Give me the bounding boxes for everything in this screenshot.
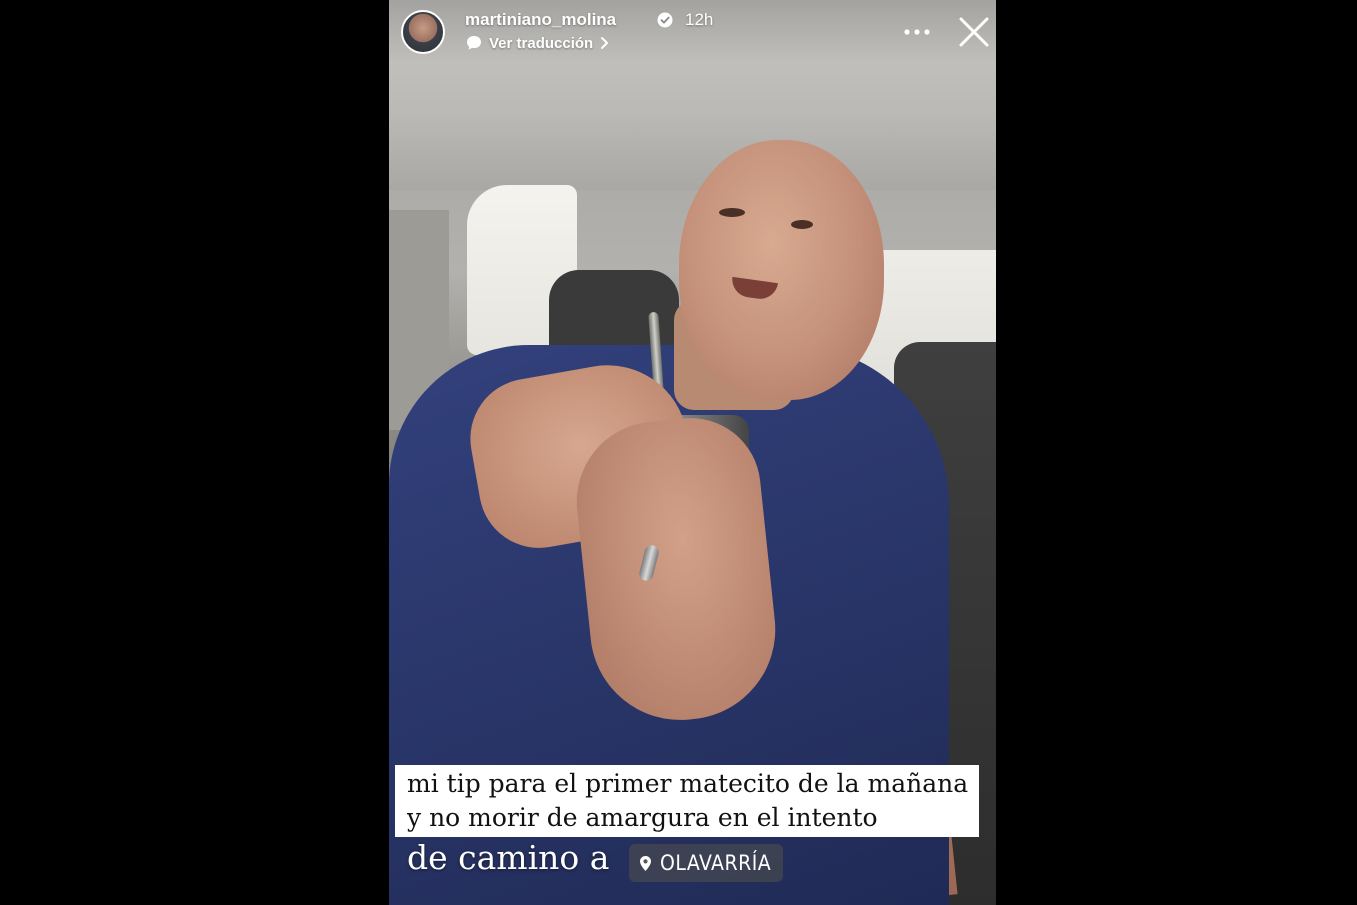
person-eye — [719, 208, 745, 217]
story-header: martiniano_molina 12h Ver traducción — [389, 0, 996, 64]
translate-label: Ver traducción — [489, 34, 594, 52]
location-label: OLAVARRÍA — [660, 851, 772, 875]
avatar[interactable] — [401, 10, 445, 54]
location-pin-icon — [640, 855, 651, 871]
person-eye — [791, 220, 813, 229]
verified-badge-icon — [657, 12, 673, 28]
more-horizontal-icon — [904, 29, 930, 35]
caption-line: mi tip para el primer matecito de la mañ… — [407, 769, 969, 798]
story-viewer[interactable]: martiniano_molina 12h Ver traducción mi … — [389, 0, 996, 905]
more-options-button[interactable] — [897, 18, 937, 46]
caption-line: y no morir de amargura en el intento — [407, 803, 878, 832]
route-text: de camino a — [407, 838, 610, 877]
username-link[interactable]: martiniano_molina — [465, 10, 616, 30]
close-icon[interactable] — [956, 14, 992, 50]
translate-button[interactable]: Ver traducción — [465, 34, 609, 52]
person-head — [679, 140, 884, 400]
story-timestamp: 12h — [685, 10, 714, 29]
location-sticker[interactable]: OLAVARRÍA — [629, 844, 784, 882]
caption-box: mi tip para el primer matecito de la mañ… — [395, 765, 979, 837]
chevron-right-icon — [601, 37, 609, 49]
speech-bubble-icon — [467, 36, 481, 50]
